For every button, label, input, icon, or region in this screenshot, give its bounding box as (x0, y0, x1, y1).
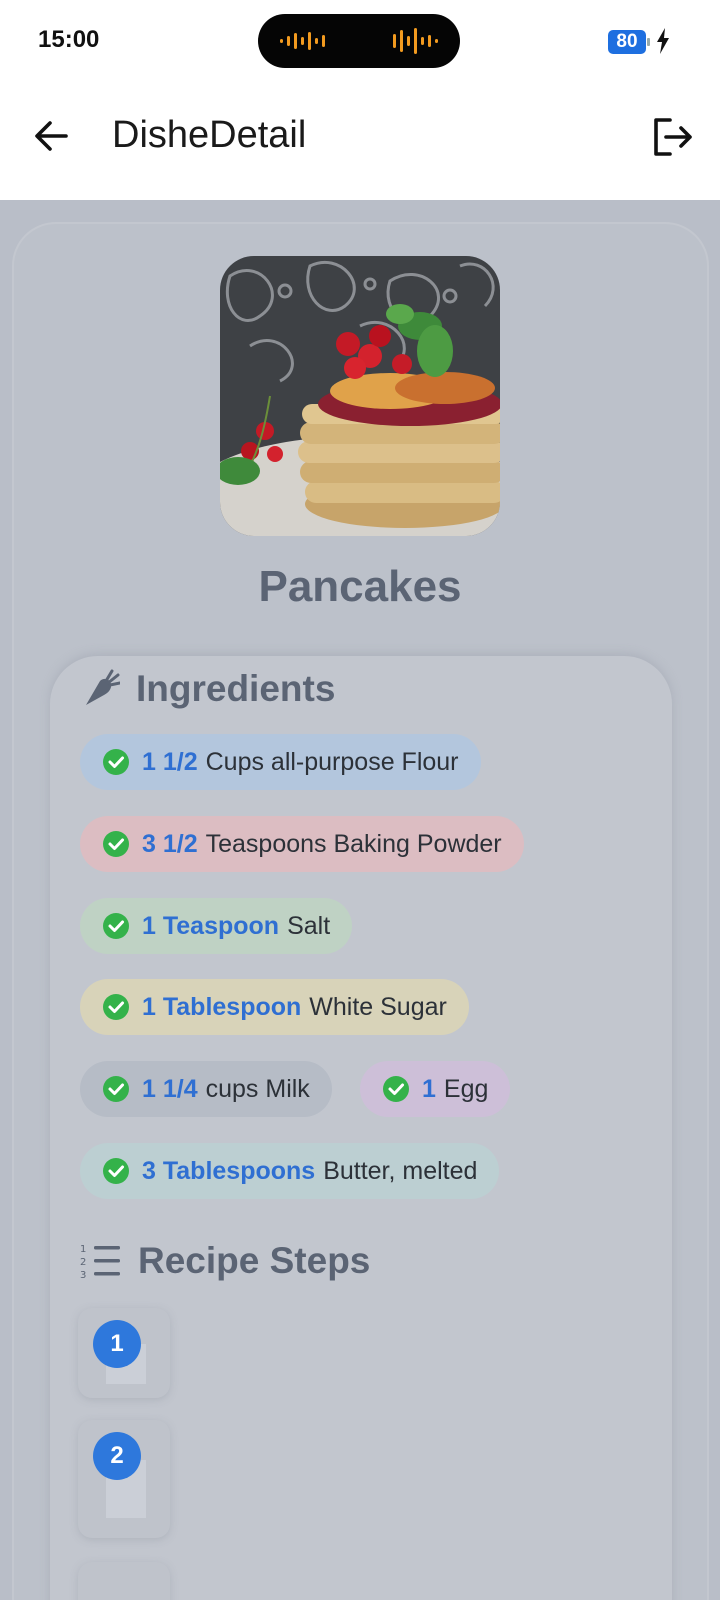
ingredient-name: cups Milk (205, 1074, 310, 1103)
ingredients-title: Ingredients (136, 668, 336, 709)
back-arrow-icon[interactable] (30, 114, 74, 158)
check-circle-icon (103, 1158, 129, 1184)
recipe-steps-title: Recipe Steps (138, 1240, 371, 1281)
audio-wave-icon (280, 32, 325, 50)
ingredient-quantity: 1 Tablespoon (142, 992, 302, 1021)
page-title: DisheDetail (112, 114, 307, 156)
recipe-step-card[interactable]: 2 (78, 1420, 170, 1538)
dish-name: Pancakes (258, 562, 462, 611)
recipe-steps-header: 1 2 3 Recipe Steps (80, 1240, 370, 1282)
logout-icon[interactable] (650, 114, 696, 160)
status-time: 15:00 (38, 26, 100, 53)
ingredient-quantity: 3 Tablespoons (142, 1156, 316, 1185)
ingredient-chip[interactable]: 1 1/2 Cups all-purpose Flour (80, 734, 481, 790)
app-bar: DisheDetail (0, 84, 720, 200)
ingredient-chip[interactable]: 1 Egg (360, 1061, 511, 1117)
carrot-icon (86, 669, 120, 705)
dish-photo (220, 256, 500, 536)
ingredient-chip[interactable]: 1 1/4 cups Milk (80, 1061, 332, 1117)
ingredient-name: Egg (443, 1074, 489, 1103)
ingredient-name: Teaspoons Baking Powder (205, 829, 502, 858)
status-bar: 15:00 80 (0, 0, 720, 84)
ingredient-name: Cups all-purpose Flour (205, 747, 459, 776)
ingredient-name: Butter, melted (323, 1156, 478, 1185)
step-number-badge: 1 (93, 1320, 141, 1368)
numbered-list-icon: 1 2 3 (80, 1244, 120, 1280)
svg-text:2: 2 (80, 1257, 86, 1268)
ingredient-chip[interactable]: 1 Tablespoon White Sugar (80, 979, 469, 1035)
check-circle-icon (103, 913, 129, 939)
ingredient-quantity: 3 1/2 (142, 829, 198, 858)
ingredient-quantity: 1 1/4 (142, 1074, 198, 1103)
check-circle-icon (103, 994, 129, 1020)
recipe-step-card[interactable] (78, 1562, 170, 1600)
check-circle-icon (103, 831, 129, 857)
audio-wave-icon (393, 28, 438, 54)
ingredient-chip[interactable]: 3 1/2 Teaspoons Baking Powder (80, 816, 524, 872)
ingredient-quantity: 1 1/2 (142, 747, 198, 776)
battery-indicator: 80 (608, 30, 650, 54)
check-circle-icon (103, 1076, 129, 1102)
ingredient-name: White Sugar (309, 992, 447, 1021)
svg-text:3: 3 (80, 1270, 86, 1280)
charging-bolt-icon (657, 28, 669, 54)
ingredient-quantity: 1 Teaspoon (142, 911, 280, 940)
ingredient-quantity: 1 (422, 1074, 436, 1103)
step-number-badge: 2 (93, 1432, 141, 1480)
ingredient-chip[interactable]: 3 Tablespoons Butter, melted (80, 1143, 500, 1199)
dish-detail-content[interactable]: Pancakes Ingredients 1 1/2 Cups all-purp… (0, 200, 720, 1600)
dynamic-island (258, 14, 460, 68)
ingredient-chip[interactable]: 1 Teaspoon Salt (80, 898, 353, 954)
check-circle-icon (103, 749, 129, 775)
svg-text:1: 1 (80, 1244, 86, 1255)
recipe-step-card[interactable]: 1 (78, 1308, 170, 1398)
check-circle-icon (383, 1076, 409, 1102)
ingredients-header: Ingredients (80, 668, 335, 710)
ingredient-name: Salt (287, 911, 331, 940)
